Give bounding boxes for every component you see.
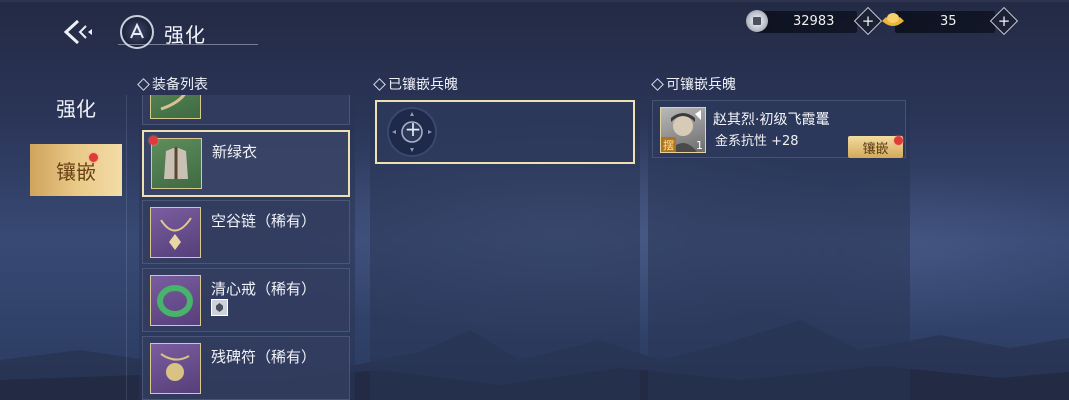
ring-icon [150,275,201,326]
list-item-armor[interactable]: 新绿衣 [142,130,350,197]
inlaid-gems-header: 已镶嵌兵魄 [374,74,458,94]
available-gems-panel: 摆 1 赵其烈·初级飞霞鼍 金系抗性 +28 镶嵌 [648,95,910,400]
diamond-icon [374,79,384,89]
list-item-bow[interactable] [142,95,350,125]
gem-type-tag: 摆 [661,137,676,152]
tab-inlay[interactable]: 镶嵌 [30,144,122,196]
silver-coin-icon [746,10,768,32]
diamond-icon [138,79,148,89]
gem-attribute: 金系抗性 +28 [715,134,799,149]
inlaid-gem-badge-icon [211,299,228,316]
inlaid-gems-panel: + [370,95,640,400]
necklace-icon [150,207,201,258]
list-item-ring[interactable]: 清心戒（稀有） [142,268,350,332]
inlay-alert-dot [89,153,98,162]
available-gems-header: 可镶嵌兵魄 [652,74,736,94]
list-item-talisman[interactable]: 残碑符（稀有） [142,336,350,400]
plus-icon: + [861,11,875,30]
list-item-necklace[interactable]: 空谷链（稀有） [142,200,350,264]
slot-plus-symbol: + [404,117,422,141]
available-gems-label: 可镶嵌兵魄 [666,77,736,93]
diamond-icon [652,79,662,89]
gem-name: 赵其烈·初级飞霞鼍 [713,112,830,128]
inlaid-gem-slot[interactable]: + [375,100,635,164]
tab-strengthen[interactable]: 强化 [30,82,122,132]
equipment-list[interactable]: 新绿衣 空谷链（稀有） 清心戒（稀有） 残碑符（稀有） [139,95,355,400]
gem-portrait-icon: 摆 1 [660,107,706,153]
armor-icon [151,138,202,189]
bow-icon [150,95,201,119]
item-name: 新绿衣 [212,143,258,161]
gold-ingot-icon [882,13,904,26]
back-arrow-icon[interactable] [60,17,94,47]
item-name: 残碑符（稀有） [211,348,317,366]
armor-alert-dot [149,136,158,145]
equipment-list-label: 装备列表 [152,77,208,93]
gem-card[interactable]: 摆 1 赵其烈·初级飞霞鼍 金系抗性 +28 镶嵌 [652,100,906,158]
gold-value: 35 [940,14,957,29]
silver-value: 32983 [793,14,835,29]
left-divider [126,95,127,400]
title-underline [118,44,258,45]
talisman-icon [150,343,201,394]
equipment-list-header: 装备列表 [138,74,208,94]
item-name: 空谷链（稀有） [211,212,317,230]
top-edge [0,0,1069,2]
item-name: 清心戒（稀有） [211,280,317,298]
inlay-button-alert-dot [894,136,903,145]
plus-icon: + [997,11,1011,30]
inlaid-gems-label: 已镶嵌兵魄 [388,77,458,93]
gem-level: 1 [696,139,703,152]
tab-strengthen-label: 强化 [56,96,96,121]
